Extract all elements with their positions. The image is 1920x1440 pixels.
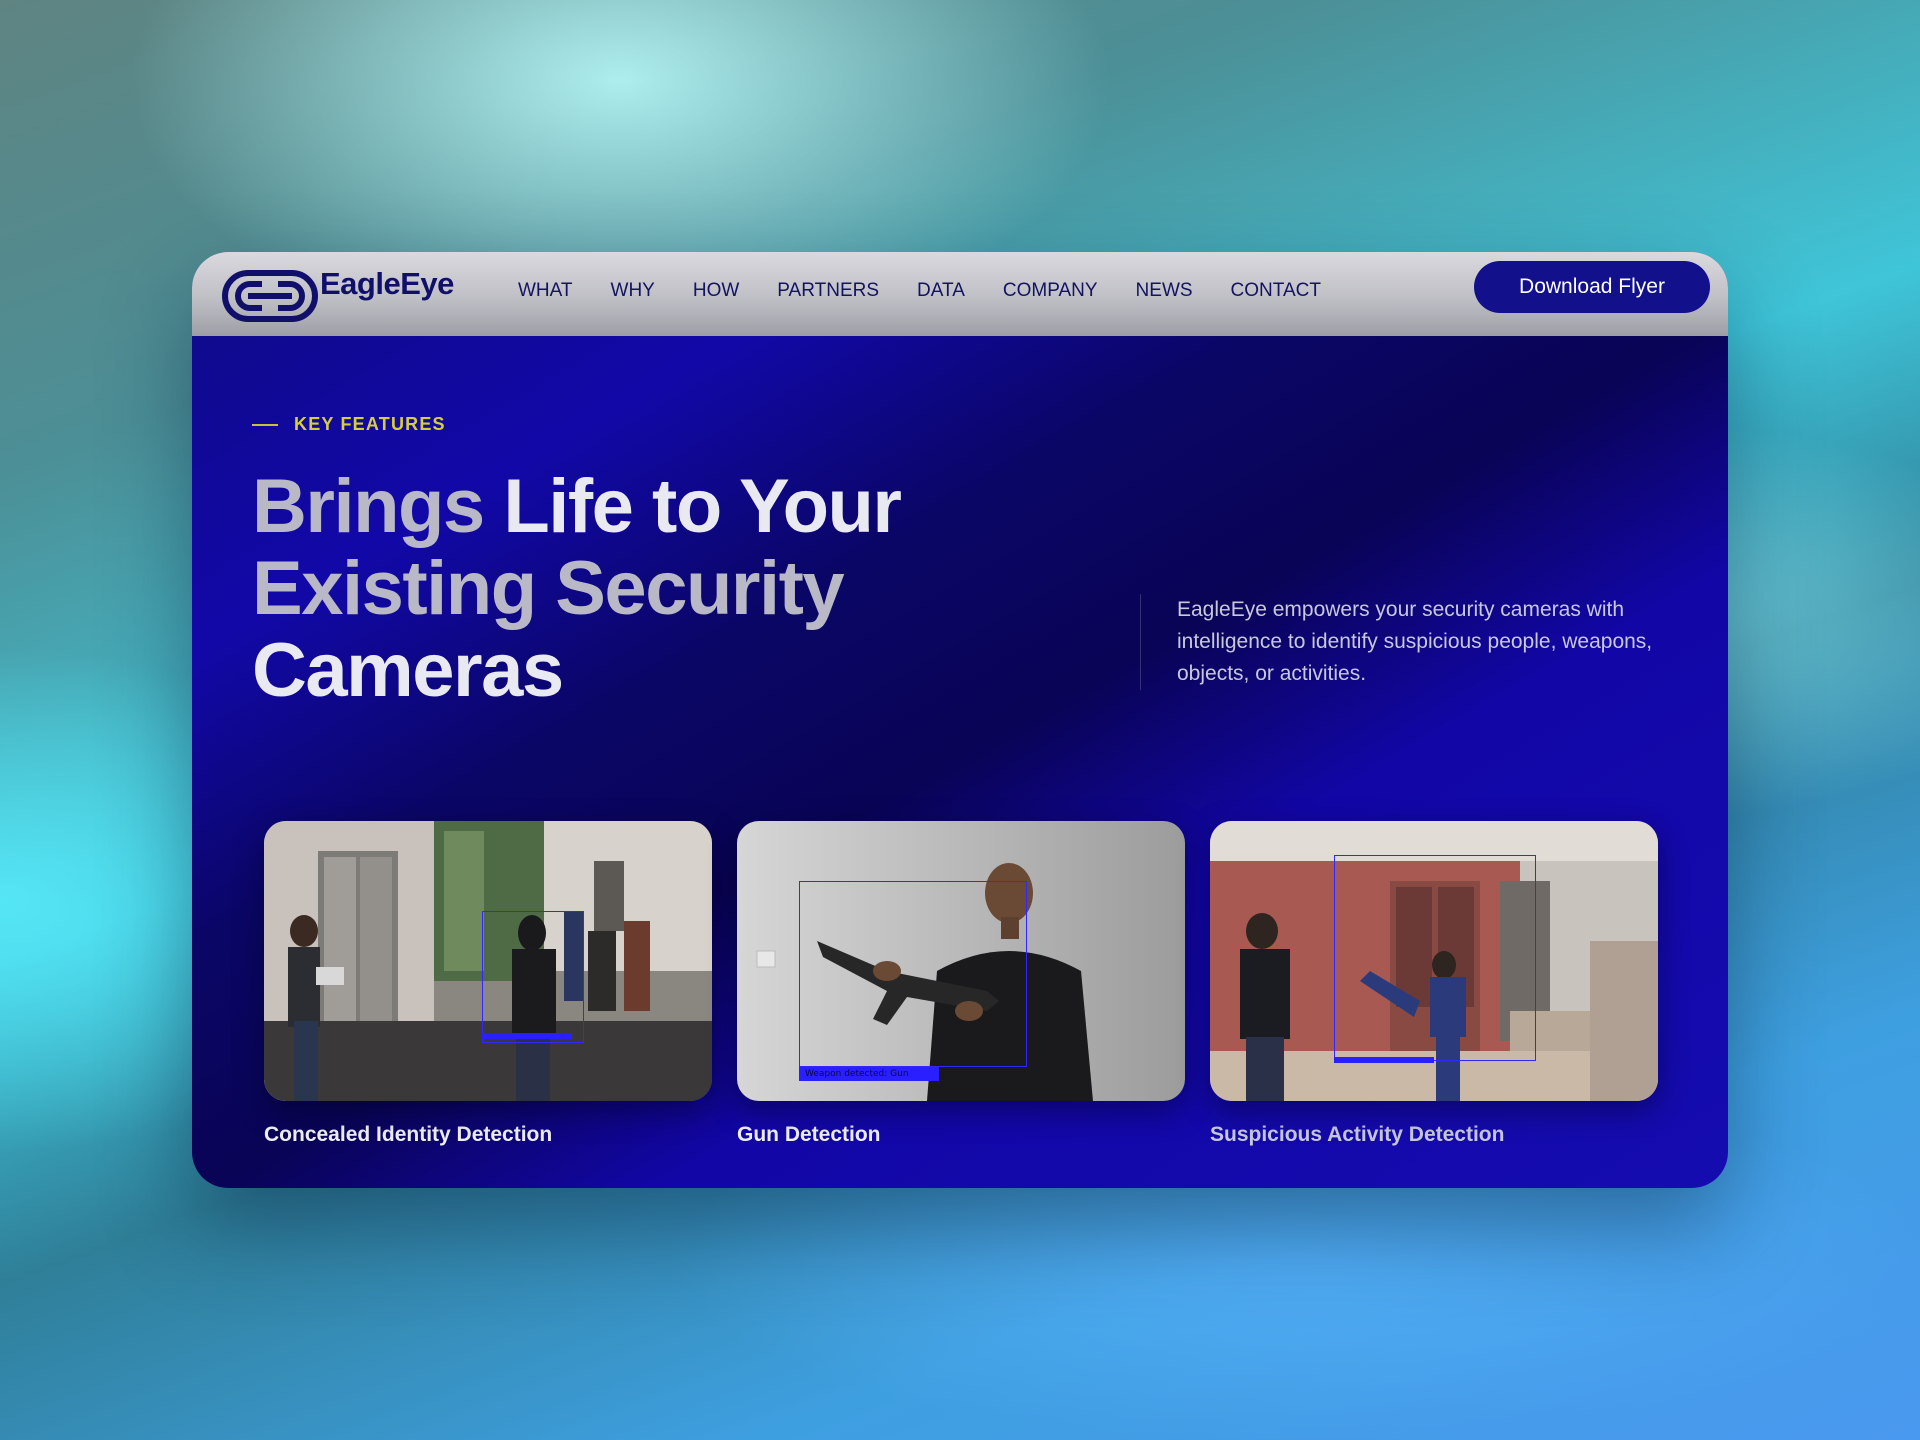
feature-cards: Concealed Identity Detection Weapon dete… bbox=[264, 821, 1658, 1147]
headline-part: Security bbox=[555, 546, 844, 631]
eagleeye-logo-icon[interactable] bbox=[222, 270, 318, 322]
feature-image-suspicious-activity bbox=[1210, 821, 1658, 1101]
detection-box bbox=[799, 881, 1027, 1067]
main-menu: WHAT WHY HOW PARTNERS DATA COMPANY NEWS … bbox=[518, 278, 1359, 304]
nav-item-partners[interactable]: PARTNERS bbox=[777, 278, 879, 304]
feature-image-concealed-identity bbox=[264, 821, 712, 1101]
detection-tag bbox=[482, 1033, 572, 1039]
detection-box bbox=[482, 911, 584, 1043]
nav-item-how[interactable]: HOW bbox=[693, 278, 739, 304]
landing-page-card: EagleEye WHAT WHY HOW PARTNERS DATA COMP… bbox=[192, 252, 1728, 1188]
feature-title[interactable]: Suspicious Activity Detection bbox=[1210, 1123, 1658, 1147]
detection-tag bbox=[1334, 1057, 1434, 1063]
headline-part: Brings bbox=[252, 464, 504, 549]
feature-image-gun-detection: Weapon detected: Gun bbox=[737, 821, 1185, 1101]
headline-part: Existing bbox=[252, 546, 556, 631]
nav-item-what[interactable]: WHAT bbox=[518, 278, 573, 304]
hero-description: EagleEye empowers your security cameras … bbox=[1140, 594, 1707, 690]
feature-card[interactable]: Weapon detected: Gun Gun Detection bbox=[737, 821, 1185, 1147]
nav-item-company[interactable]: COMPANY bbox=[1003, 278, 1098, 304]
nav-item-news[interactable]: NEWS bbox=[1136, 278, 1193, 304]
headline-part: Cameras bbox=[252, 628, 564, 713]
nav-item-contact[interactable]: CONTACT bbox=[1231, 278, 1321, 304]
feature-card[interactable]: Suspicious Activity Detection bbox=[1210, 821, 1658, 1147]
nav-item-why[interactable]: WHY bbox=[611, 278, 655, 304]
hero-headline: Brings Life to Your Existing Security Ca… bbox=[252, 466, 1012, 712]
weapon-detection-tag: Weapon detected: Gun bbox=[799, 1067, 939, 1081]
headline-part: Life to Your bbox=[503, 464, 902, 549]
feature-card[interactable]: Concealed Identity Detection bbox=[264, 821, 712, 1147]
download-flyer-button[interactable]: Download Flyer bbox=[1474, 261, 1710, 313]
section-kicker: KEY FEATURES bbox=[252, 414, 446, 435]
brand-name[interactable]: EagleEye bbox=[320, 266, 454, 302]
kicker-text: KEY FEATURES bbox=[294, 414, 446, 434]
nav-item-data[interactable]: DATA bbox=[917, 278, 965, 304]
feature-title[interactable]: Concealed Identity Detection bbox=[264, 1123, 712, 1147]
top-navbar: EagleEye WHAT WHY HOW PARTNERS DATA COMP… bbox=[192, 252, 1728, 336]
kicker-rule bbox=[252, 423, 278, 426]
feature-title[interactable]: Gun Detection bbox=[737, 1123, 1185, 1147]
detection-box bbox=[1334, 855, 1536, 1061]
